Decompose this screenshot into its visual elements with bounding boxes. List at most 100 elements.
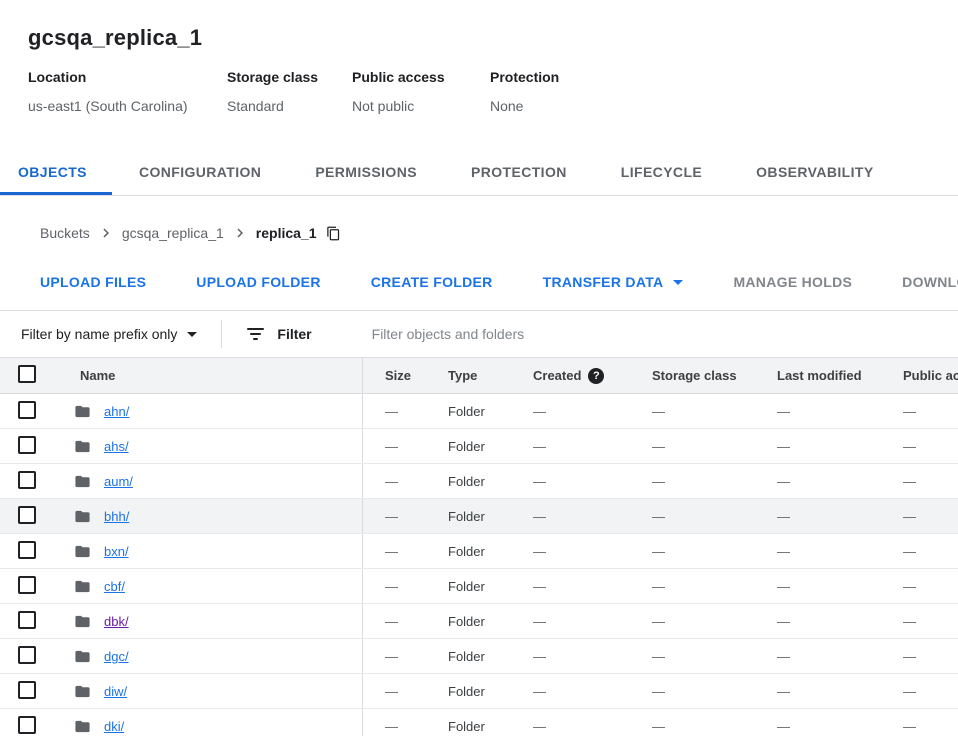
table-row: cbf/ — Folder — — — — [0, 569, 958, 604]
meta-value: Not public [352, 96, 490, 116]
tab-configuration[interactable]: CONFIGURATION [112, 149, 288, 195]
meta-protection: Protection None [490, 67, 559, 116]
bucket-meta: Location us-east1 (South Carolina) Stora… [28, 67, 958, 116]
row-checkbox[interactable] [18, 716, 36, 734]
breadcrumb-buckets-link[interactable]: Buckets [40, 225, 90, 241]
cell-last-modified: — [755, 579, 881, 594]
cell-size: — [363, 684, 426, 699]
tab-permissions[interactable]: PERMISSIONS [288, 149, 444, 195]
cell-storage-class: — [630, 474, 755, 489]
row-checkbox[interactable] [18, 471, 36, 489]
cell-type: Folder [426, 614, 511, 629]
meta-label: Location [28, 67, 227, 87]
tab-observability[interactable]: OBSERVABILITY [729, 149, 900, 195]
objects-table: Name Size Type Created ? Storage class L… [0, 358, 958, 736]
table-header-row: Name Size Type Created ? Storage class L… [0, 358, 958, 394]
row-checkbox[interactable] [18, 541, 36, 559]
row-checkbox[interactable] [18, 506, 36, 524]
manage-holds-button[interactable]: MANAGE HOLDS [733, 274, 852, 290]
folder-link[interactable]: dgc/ [104, 649, 129, 664]
cell-last-modified: — [755, 509, 881, 524]
folder-icon [74, 613, 91, 630]
object-toolbar: UPLOAD FILES UPLOAD FOLDER CREATE FOLDER… [0, 252, 958, 311]
tab-protection[interactable]: PROTECTION [444, 149, 594, 195]
cell-storage-class: — [630, 509, 755, 524]
tab-objects[interactable]: OBJECTS [0, 149, 112, 195]
folder-link[interactable]: aum/ [104, 474, 133, 489]
table-row: dki/ — Folder — — — — [0, 709, 958, 736]
copy-icon[interactable] [326, 226, 341, 241]
upload-files-button[interactable]: UPLOAD FILES [40, 274, 146, 290]
folder-link[interactable]: bxn/ [104, 544, 129, 559]
cell-public-access: — [881, 614, 958, 629]
table-row: ahs/ — Folder — — — — [0, 429, 958, 464]
cell-storage-class: — [630, 404, 755, 419]
chevron-right-icon [97, 224, 115, 242]
cell-public-access: — [881, 509, 958, 524]
cell-type: Folder [426, 474, 511, 489]
cell-size: — [363, 544, 426, 559]
folder-link[interactable]: bhh/ [104, 509, 129, 524]
cell-last-modified: — [755, 439, 881, 454]
cell-size: — [363, 649, 426, 664]
folder-link[interactable]: ahs/ [104, 439, 129, 454]
cell-last-modified: — [755, 544, 881, 559]
cell-created: — [511, 719, 630, 734]
cell-created: — [511, 439, 630, 454]
folder-link[interactable]: diw/ [104, 684, 127, 699]
download-button[interactable]: DOWNLOAD [902, 274, 958, 290]
folder-link[interactable]: cbf/ [104, 579, 125, 594]
select-all-checkbox[interactable] [18, 365, 36, 383]
table-row: dbk/ — Folder — — — — [0, 604, 958, 639]
cell-size: — [363, 614, 426, 629]
cell-last-modified: — [755, 614, 881, 629]
folder-link[interactable]: ahn/ [104, 404, 129, 419]
row-checkbox[interactable] [18, 646, 36, 664]
table-row: dgc/ — Folder — — — — [0, 639, 958, 674]
row-checkbox[interactable] [18, 401, 36, 419]
filter-scope-dropdown[interactable]: Filter by name prefix only [21, 326, 197, 342]
folder-icon [74, 473, 91, 490]
transfer-data-label: TRANSFER DATA [543, 274, 664, 290]
folder-link[interactable]: dbk/ [104, 614, 129, 629]
folder-link[interactable]: dki/ [104, 719, 124, 734]
column-header-name: Name [56, 358, 363, 393]
breadcrumb-bucket-link[interactable]: gcsqa_replica_1 [122, 225, 224, 241]
meta-label: Storage class [227, 67, 352, 87]
cell-created: — [511, 509, 630, 524]
column-header-type: Type [426, 368, 511, 383]
filter-input[interactable] [372, 326, 958, 342]
transfer-data-button[interactable]: TRANSFER DATA [543, 274, 684, 290]
cell-storage-class: — [630, 544, 755, 559]
cell-type: Folder [426, 649, 511, 664]
page-title: gcsqa_replica_1 [28, 25, 958, 51]
meta-value: Standard [227, 96, 352, 116]
folder-icon [74, 718, 91, 735]
bucket-details-page: gcsqa_replica_1 Location us-east1 (South… [0, 0, 958, 736]
cell-last-modified: — [755, 649, 881, 664]
cell-created: — [511, 474, 630, 489]
row-checkbox[interactable] [18, 611, 36, 629]
tab-lifecycle[interactable]: LIFECYCLE [594, 149, 729, 195]
create-folder-button[interactable]: CREATE FOLDER [371, 274, 493, 290]
row-checkbox[interactable] [18, 576, 36, 594]
row-checkbox[interactable] [18, 436, 36, 454]
meta-label: Protection [490, 67, 559, 87]
cell-storage-class: — [630, 719, 755, 734]
cell-storage-class: — [630, 439, 755, 454]
column-header-created: Created ? [511, 368, 630, 384]
upload-folder-button[interactable]: UPLOAD FOLDER [196, 274, 320, 290]
cell-public-access: — [881, 439, 958, 454]
folder-icon [74, 403, 91, 420]
row-checkbox[interactable] [18, 681, 36, 699]
cell-public-access: — [881, 474, 958, 489]
folder-icon [74, 543, 91, 560]
cell-size: — [363, 439, 426, 454]
cell-type: Folder [426, 404, 511, 419]
column-header-storage-class: Storage class [630, 368, 755, 383]
cell-created: — [511, 684, 630, 699]
help-icon[interactable]: ? [588, 368, 604, 384]
breadcrumb: Buckets gcsqa_replica_1 replica_1 [0, 196, 958, 252]
column-header-size: Size [363, 368, 426, 383]
caret-down-icon [673, 280, 683, 285]
